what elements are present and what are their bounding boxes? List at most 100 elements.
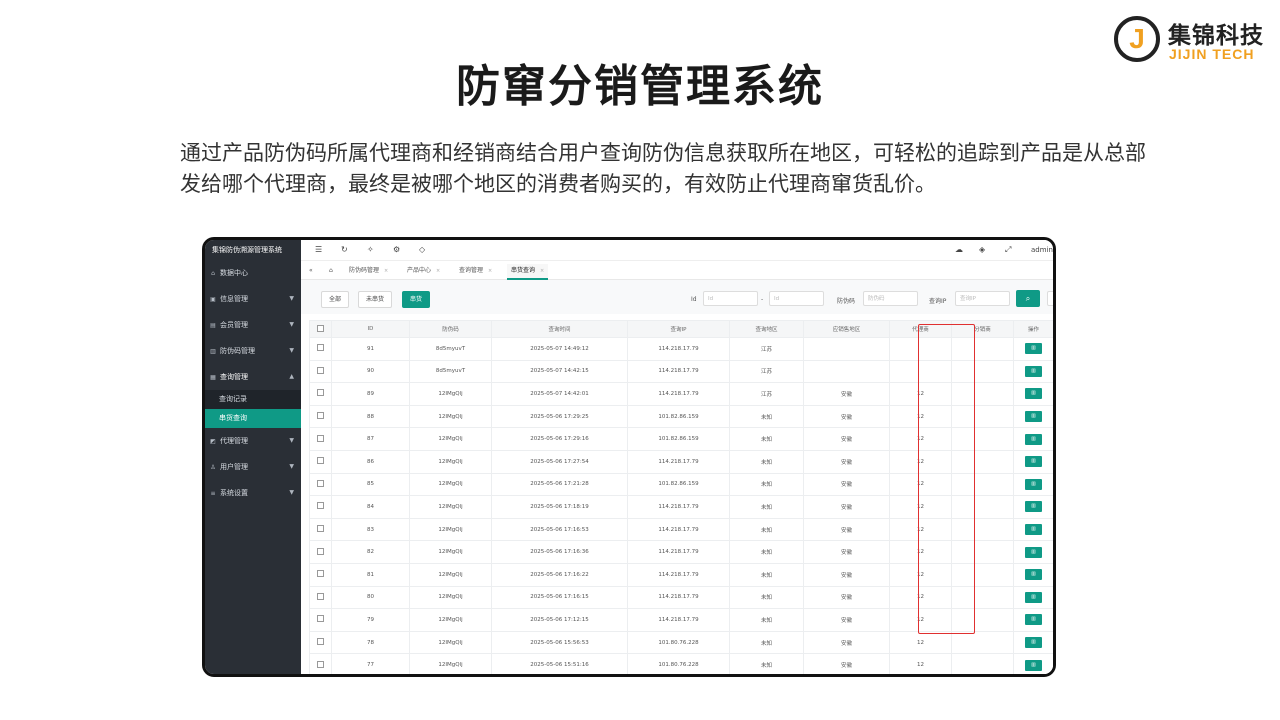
row-select-cell[interactable]	[309, 585, 332, 610]
tabs-scroll-left-icon[interactable]: «	[305, 264, 317, 278]
tab-home-icon[interactable]: ⌂	[325, 264, 337, 278]
delete-button[interactable]: ▥	[1025, 591, 1042, 603]
delete-button[interactable]: ▥	[1025, 546, 1042, 558]
delete-button[interactable]: ▥	[1025, 524, 1042, 536]
sidebar-item-7[interactable]: ≡ 系统设置 ▼	[205, 480, 301, 506]
delete-button[interactable]: ▥	[1025, 365, 1042, 377]
table-cell: 12	[889, 472, 952, 497]
sidebar-item-1[interactable]: ▣ 信息管理 ▼	[205, 286, 301, 312]
row-select-cell[interactable]	[309, 404, 332, 429]
tab-cross-query[interactable]: 串货查询 ×	[507, 264, 549, 280]
sidebar-subitem-1[interactable]: 串货查询	[205, 409, 301, 428]
table-row: 83 12IMgQlj 2025-05-06 17:16:53 114.218.17.…	[309, 517, 1053, 542]
row-checkbox[interactable]	[317, 412, 324, 420]
sidebar-item-5[interactable]: ◩ 代理管理 ▼	[205, 428, 301, 454]
menu-toggle-icon[interactable]: ☰	[315, 245, 322, 254]
delete-button[interactable]: ▥	[1025, 411, 1042, 423]
search-icon: ⌕	[1025, 294, 1031, 303]
row-select-cell[interactable]	[309, 630, 332, 655]
more-options-button[interactable]	[1047, 291, 1053, 306]
delete-button[interactable]: ▥	[1025, 456, 1042, 468]
row-select-cell[interactable]	[309, 540, 332, 564]
delete-button[interactable]: ▥	[1025, 433, 1042, 445]
delete-button[interactable]: ▥	[1025, 343, 1042, 355]
row-checkbox[interactable]	[317, 479, 324, 487]
row-checkbox[interactable]	[317, 344, 324, 352]
row-select-cell[interactable]	[309, 517, 332, 542]
column-header: 查询IP	[627, 320, 730, 338]
row-checkbox[interactable]	[317, 660, 324, 668]
row-checkbox[interactable]	[317, 434, 324, 442]
trash-icon: ▥	[1031, 571, 1036, 578]
row-select-cell[interactable]	[309, 608, 332, 632]
ip-input[interactable]: 查询IP	[955, 291, 1010, 306]
row-select-cell[interactable]	[309, 653, 332, 674]
row-select-cell[interactable]	[309, 359, 332, 384]
row-checkbox[interactable]	[317, 638, 324, 646]
table-cell: 江苏	[729, 337, 804, 361]
tag-icon[interactable]: ◈	[979, 245, 985, 254]
row-checkbox[interactable]	[317, 592, 324, 600]
row-checkbox[interactable]	[317, 570, 324, 578]
filter-not-cross-button[interactable]: 未串货	[358, 291, 393, 308]
sidebar-item-0[interactable]: ⌂ 数据中心	[205, 260, 301, 286]
row-checkbox[interactable]	[317, 525, 324, 533]
search-button[interactable]: ⌕	[1016, 290, 1040, 307]
column-header[interactable]	[309, 320, 332, 338]
row-select-cell[interactable]	[309, 562, 332, 587]
code-input[interactable]: 防伪码	[863, 291, 918, 306]
delete-button[interactable]: ▥	[1025, 501, 1042, 513]
table-cell: 8d5myuvT	[409, 359, 492, 384]
delete-button[interactable]: ▥	[1025, 659, 1042, 671]
table-cell: 安徽	[803, 653, 890, 674]
delete-button[interactable]: ▥	[1025, 637, 1042, 649]
row-select-cell[interactable]	[309, 337, 332, 361]
id-from-input[interactable]: Id	[703, 291, 758, 306]
delete-button[interactable]: ▥	[1025, 388, 1042, 400]
bell-icon[interactable]: ◇	[419, 245, 425, 254]
theme-icon[interactable]: ☁	[955, 245, 963, 254]
table-cell: 2025-05-06 17:16:36	[491, 540, 628, 564]
table-cell: 114.218.17.79	[627, 517, 730, 542]
sidebar-item-2[interactable]: ▤ 会员管理 ▼	[205, 312, 301, 338]
trash-icon: ▥	[1031, 413, 1036, 420]
tab-code-manage[interactable]: 防伪码管理 ×	[345, 264, 392, 278]
table-cell	[951, 382, 1014, 406]
row-select-cell[interactable]	[309, 495, 332, 519]
row-checkbox[interactable]	[317, 502, 324, 510]
row-checkbox[interactable]	[317, 366, 324, 374]
table-header: ID 防伪码 查询时间 查询IP 查询地区 应销售地区 代理商 分销商 操作	[309, 320, 1053, 338]
row-checkbox[interactable]	[317, 389, 324, 397]
row-checkbox[interactable]	[317, 547, 324, 555]
tab-query-manage[interactable]: 查询管理 ×	[455, 264, 496, 278]
sidebar-item-3[interactable]: ▥ 防伪码管理 ▼	[205, 338, 301, 364]
refresh-icon[interactable]: ↻	[341, 245, 348, 254]
trash-icon: ▥	[1031, 616, 1036, 623]
id-to-input[interactable]: Id	[769, 291, 824, 306]
row-checkbox[interactable]	[317, 615, 324, 623]
table-cell: 2025-05-06 15:56:53	[491, 630, 628, 655]
settings-icon[interactable]: ⚙	[393, 245, 400, 254]
table-cell: 江苏	[729, 382, 804, 406]
row-select-cell[interactable]	[309, 382, 332, 406]
table-cell: 2025-05-06 17:16:15	[491, 585, 628, 610]
table-cell: 2025-05-06 17:29:25	[491, 404, 628, 429]
delete-button[interactable]: ▥	[1025, 569, 1042, 581]
filter-all-button[interactable]: 全部	[321, 291, 350, 308]
table-cell: 安徽	[803, 382, 890, 406]
delete-button[interactable]: ▥	[1025, 614, 1042, 626]
user-name[interactable]: admin	[1031, 246, 1053, 254]
filter-cross-button[interactable]: 串货	[402, 291, 431, 308]
sidebar-subitem-0[interactable]: 查询记录	[205, 390, 301, 409]
sidebar-item-6[interactable]: ♙ 用户管理 ▼	[205, 454, 301, 480]
tab-product-center[interactable]: 产品中心 ×	[403, 264, 444, 278]
row-checkbox[interactable]	[317, 457, 324, 465]
fullscreen-icon[interactable]: ⤢	[1005, 245, 1011, 255]
row-select-cell[interactable]	[309, 427, 332, 451]
row-select-cell[interactable]	[309, 449, 332, 474]
row-select-cell[interactable]	[309, 472, 332, 497]
sidebar-item-4[interactable]: ▦ 查询管理 ▲	[205, 364, 301, 390]
select-all-checkbox[interactable]	[317, 324, 324, 332]
clean-icon[interactable]: ✧	[367, 245, 374, 254]
delete-button[interactable]: ▥	[1025, 478, 1042, 490]
